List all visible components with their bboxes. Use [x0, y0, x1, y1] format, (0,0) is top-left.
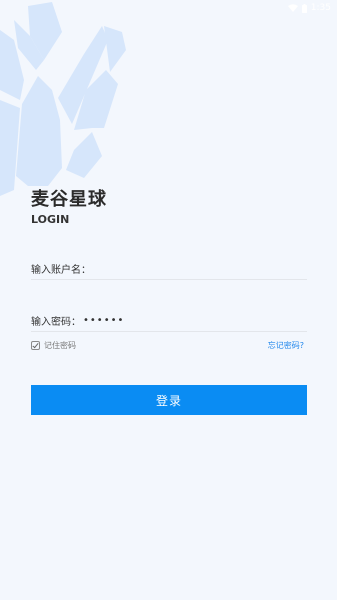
wifi-icon — [287, 4, 298, 12]
status-icons: 1:35 — [287, 3, 331, 13]
login-button[interactable]: 登录 — [31, 385, 307, 415]
username-input[interactable] — [91, 259, 307, 277]
remember-label: 记住密码 — [44, 341, 76, 350]
username-label: 输入账户名： — [31, 264, 91, 276]
brand-logo-watermark — [0, 2, 126, 196]
login-subtitle: LOGIN — [31, 213, 70, 226]
remember-password[interactable]: 记住密码 — [31, 340, 76, 351]
battery-icon — [301, 3, 307, 13]
app-title: 麦谷星球 — [31, 189, 107, 210]
username-field[interactable]: 输入账户名： — [31, 257, 307, 280]
password-field[interactable]: 输入密码： •••••• — [31, 309, 307, 332]
password-label: 输入密码： — [31, 316, 81, 328]
remember-checkbox[interactable] — [31, 341, 40, 350]
password-input[interactable]: •••••• — [81, 311, 307, 329]
forgot-password-link[interactable]: 忘记密码? — [268, 340, 304, 351]
status-time: 1:35 — [310, 3, 331, 13]
